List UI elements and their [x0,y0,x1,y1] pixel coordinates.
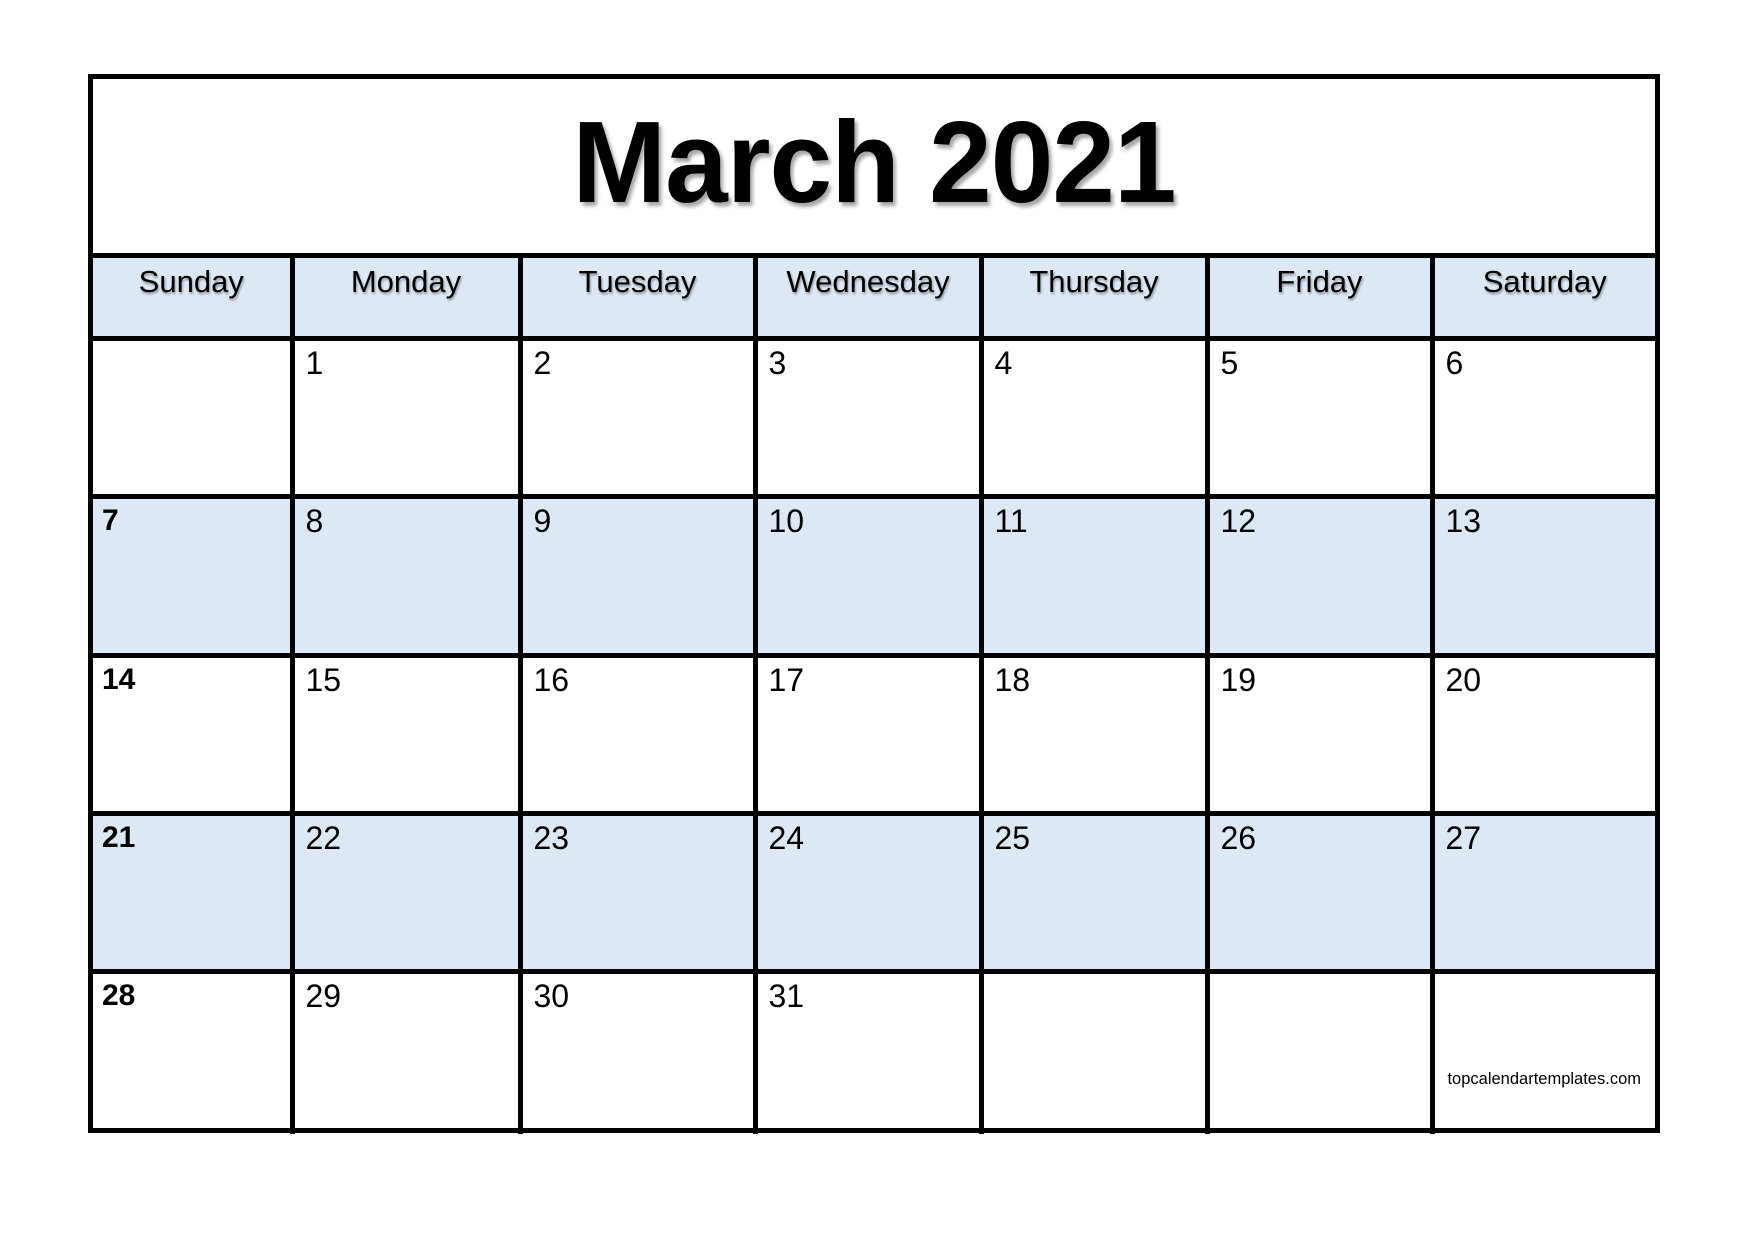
day-cell-14[interactable]: 14 [93,658,290,811]
day-cell-3[interactable]: 3 [758,341,979,494]
date-number: 4 [994,344,1013,381]
column-divider [289,252,295,1134]
date-number: 2 [533,344,552,381]
date-number: 30 [533,977,570,1014]
date-number: 6 [1445,344,1464,381]
row-divider [93,968,1655,974]
weekday-label: Wednesday [786,263,950,299]
weekday-header-sunday: Sunday [93,257,290,336]
date-number: 5 [1220,344,1239,381]
date-number: 18 [994,661,1031,698]
date-number: 17 [768,661,805,698]
date-number: 26 [1220,819,1257,856]
date-number: 10 [768,502,805,539]
weekday-label: Saturday [1482,263,1607,299]
day-cell-19[interactable]: 19 [1210,658,1430,811]
weekday-header-friday: Friday [1209,257,1430,336]
date-number: 11 [994,502,1028,539]
date-number: 12 [1220,502,1257,539]
date-number: 28 [102,978,136,1012]
day-cell-30[interactable]: 30 [523,974,753,1129]
date-number: 1 [305,344,324,381]
weekday-header-saturday: Saturday [1434,257,1655,336]
date-number: 20 [1445,661,1482,698]
weekday-header-monday: Monday [294,257,518,336]
day-cell-17[interactable]: 17 [758,658,979,811]
day-cell-5[interactable]: 5 [1210,341,1430,494]
day-cell-24[interactable]: 24 [757,815,979,969]
date-number: 16 [533,661,570,698]
weekday-header-wednesday: Wednesday [757,257,979,336]
date-number: 24 [768,819,805,856]
day-cell-27[interactable]: 27 [1434,815,1655,969]
day-cell-10[interactable]: 10 [757,498,979,653]
column-divider [978,252,984,1134]
day-cell-7[interactable]: 7 [93,498,290,653]
date-number: 21 [102,820,136,854]
row-divider [93,652,1655,658]
column-divider [1429,252,1435,1134]
date-number: 9 [533,502,552,539]
day-cell-15[interactable]: 15 [295,658,518,811]
calendar: March 2021 Sunday Monday Tuesday Wednesday T… [88,74,1660,1134]
weekday-label: Sunday [138,263,244,299]
day-cell-6[interactable]: 6 [1435,341,1656,494]
date-number: 29 [305,977,342,1014]
column-divider [517,252,523,1134]
weekday-header-thursday: Thursday [983,257,1205,336]
day-cell-2[interactable]: 2 [523,341,753,494]
weekday-header-tuesday: Tuesday [522,257,753,336]
day-cell-22[interactable]: 22 [294,815,518,969]
month-title: March 2021 [572,96,1176,227]
row-divider [93,493,1655,499]
column-divider [1204,252,1210,1134]
day-cell-9[interactable]: 9 [522,498,753,653]
empty-day-cell[interactable]: topcalendartemplates.com [1435,974,1656,1129]
date-number: 23 [533,819,570,856]
day-cell-16[interactable]: 16 [523,658,753,811]
date-number: 19 [1220,661,1257,698]
day-cell-11[interactable]: 11 [983,498,1205,653]
day-cell-12[interactable]: 12 [1209,498,1430,653]
watermark-text: topcalendartemplates.com [1447,1070,1641,1088]
empty-day-cell[interactable] [984,974,1205,1129]
date-number: 3 [768,344,787,381]
row-divider [93,335,1655,341]
day-cell-8[interactable]: 8 [294,498,518,653]
date-number: 31 [768,977,805,1014]
day-cell-29[interactable]: 29 [295,974,518,1129]
day-cell-4[interactable]: 4 [984,341,1205,494]
column-divider [752,252,758,1134]
day-cell-21[interactable]: 21 [93,815,290,969]
date-number: 13 [1445,502,1482,539]
weekday-label: Tuesday [578,263,697,299]
title-area: March 2021 [93,79,1655,258]
day-cell-26[interactable]: 26 [1209,815,1430,969]
day-cell-20[interactable]: 20 [1435,658,1656,811]
date-number: 7 [102,503,119,537]
date-number: 8 [305,502,324,539]
date-number: 27 [1445,819,1482,856]
date-number: 22 [305,819,342,856]
empty-day-cell[interactable] [93,341,290,494]
row-divider [93,810,1655,816]
weekday-label: Friday [1276,263,1363,299]
day-cell-31[interactable]: 31 [758,974,979,1129]
day-cell-18[interactable]: 18 [984,658,1205,811]
day-cell-13[interactable]: 13 [1434,498,1655,653]
day-cell-23[interactable]: 23 [522,815,753,969]
date-number: 15 [305,661,342,698]
title-divider [93,252,1655,258]
weekday-label: Thursday [1029,263,1159,299]
day-cell-28[interactable]: 28 [93,974,290,1129]
date-number: 14 [102,662,136,696]
weekday-label: Monday [350,263,462,299]
date-number: 25 [994,819,1031,856]
empty-day-cell[interactable] [1210,974,1430,1129]
day-cell-1[interactable]: 1 [295,341,518,494]
day-cell-25[interactable]: 25 [983,815,1205,969]
